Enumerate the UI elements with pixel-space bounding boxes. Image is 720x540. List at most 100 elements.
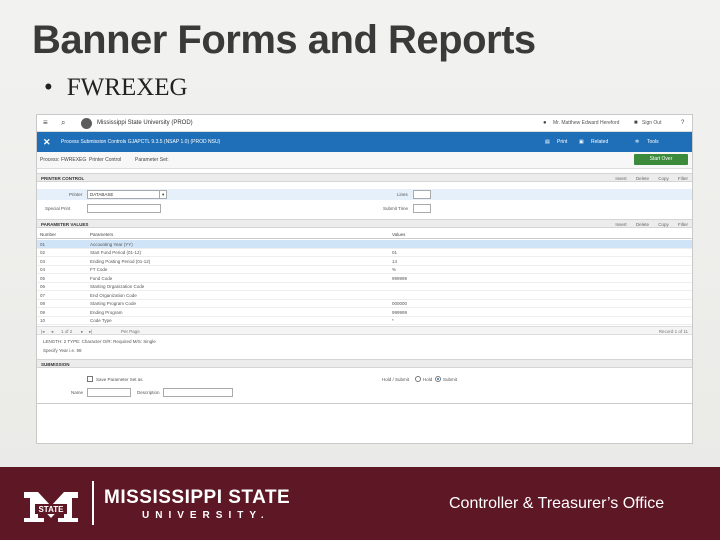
cell-parameter: Accounting Year (YY)	[90, 241, 133, 247]
footer-bar: STATE MISSISSIPPI STATE UNIVERSITY. Cont…	[0, 467, 720, 540]
table-row[interactable]: 01 Accounting Year (YY)	[37, 240, 692, 249]
table-row[interactable]: 03 Ending Posting Period (01-12) 14	[37, 257, 692, 266]
bullet-dot: •	[44, 74, 53, 101]
special-print-label: Special Print	[45, 206, 71, 211]
printer-lookup-button[interactable]: ▾	[159, 190, 167, 199]
tools-icon[interactable]: ✲	[635, 139, 639, 145]
process-value: FWREXEG	[61, 157, 87, 163]
user-icon: ●	[543, 120, 547, 126]
print-button[interactable]: Print	[557, 139, 567, 145]
cell-number: 02	[40, 250, 46, 255]
cell-number: 08	[40, 301, 46, 306]
table-row[interactable]: 10 Code Type *	[37, 317, 692, 325]
hold-radio[interactable]	[415, 376, 421, 382]
copy-button[interactable]: Copy	[658, 222, 669, 227]
banner-screenshot: ≡ ⌕ Mississippi State University (PROD) …	[36, 114, 693, 444]
column-header-number[interactable]: Number	[40, 232, 56, 237]
sign-out-link[interactable]: Sign Out	[642, 120, 661, 126]
institution-name: Mississippi State University (PROD)	[97, 120, 193, 126]
cell-value: 14	[392, 258, 398, 264]
cell-number: 04	[40, 267, 46, 272]
table-row[interactable]: 07 End Organization Code	[37, 291, 692, 300]
cell-value: 000000	[392, 301, 408, 306]
divider	[37, 403, 692, 404]
column-header-values[interactable]: Values	[392, 232, 405, 237]
parameter-table-header: Number Parameters Values	[37, 231, 692, 239]
cell-number: 03	[40, 258, 46, 264]
cell-parameter: Ending Posting Period (01-12)	[90, 258, 151, 264]
first-page-icon[interactable]: |◂	[41, 329, 44, 335]
office-name: Controller & Treasurer’s Office	[449, 495, 665, 512]
cell-parameter: Code Type	[90, 318, 112, 323]
start-over-button[interactable]: Start Over	[634, 154, 688, 165]
printer-control-label: Printer Control	[89, 157, 122, 163]
related-icon[interactable]: ▣	[579, 139, 584, 145]
close-icon[interactable]: ✕	[43, 137, 51, 147]
badge-text: STATE	[38, 505, 64, 514]
filter-button[interactable]: Filter	[678, 176, 688, 181]
related-button[interactable]: Related	[591, 139, 608, 145]
special-print-field[interactable]	[87, 204, 161, 213]
save-param-set-checkbox[interactable]	[87, 376, 93, 382]
page-indicator[interactable]: 1 of 2	[61, 329, 72, 334]
university-name: MISSISSIPPI STATE	[104, 487, 291, 508]
cell-number: 09	[40, 309, 46, 315]
section-title: SUBMISSION	[41, 362, 70, 367]
submission-header: SUBMISSION	[37, 359, 692, 368]
per-page-label[interactable]: Per Page	[121, 329, 140, 334]
footer-divider	[92, 481, 94, 525]
cell-value: 01	[392, 250, 398, 255]
copy-button[interactable]: Copy	[658, 176, 669, 181]
cell-parameter: Fund Code	[90, 275, 113, 281]
cell-parameter: Starting Program Code	[90, 301, 137, 306]
next-page-icon[interactable]: ▸	[81, 329, 83, 335]
submit-option-label: Submit	[443, 377, 458, 382]
table-row[interactable]: 04 FT Code%	[37, 266, 692, 274]
tools-button[interactable]: Tools	[647, 139, 659, 145]
pagination-bar: |◂ ◂ 1 of 2 ▸ ▸| Per Page Record 1 of 11	[37, 326, 692, 335]
printer-field[interactable]: DATABASE	[87, 190, 167, 199]
table-row[interactable]: 05 Fund Code 999999	[37, 274, 692, 283]
submit-time-field[interactable]	[413, 204, 431, 213]
param-set-label: Parameter Set:	[135, 157, 169, 163]
lines-field[interactable]	[413, 190, 431, 199]
cell-value: %	[392, 267, 397, 272]
column-header-parameters[interactable]: Parameters	[90, 232, 113, 237]
prev-page-icon[interactable]: ◂	[51, 329, 53, 335]
insert-button[interactable]: Insert	[615, 176, 626, 181]
submit-radio[interactable]	[435, 376, 441, 382]
table-row[interactable]: 02 Start Fund Period (01-12) 01	[37, 249, 692, 257]
filter-button[interactable]: Filter	[678, 222, 688, 227]
cell-value: *	[392, 318, 394, 323]
bullet-text: FWREXEG	[66, 74, 188, 101]
delete-button[interactable]: Delete	[636, 222, 649, 227]
form-title: Process Submission Controls GJAPCTL 9.3.…	[61, 139, 221, 145]
description-field[interactable]	[163, 388, 233, 397]
table-row[interactable]: 09 Ending Program 999999	[37, 308, 692, 317]
user-name[interactable]: Mr. Matthew Edward Hereford	[553, 120, 619, 126]
help-icon[interactable]: ?	[681, 118, 684, 128]
table-row[interactable]: 08 Starting Program Code 000000	[37, 300, 692, 308]
search-icon[interactable]: ⌕	[61, 118, 65, 128]
msu-badge-icon: STATE	[24, 492, 78, 522]
cell-number: 07	[40, 292, 46, 298]
insert-button[interactable]: Insert	[615, 222, 626, 227]
printer-label: Printer	[69, 192, 83, 197]
menu-icon[interactable]: ≡	[43, 118, 48, 128]
form-header-bar: ✕ Process Submission Controls GJAPCTL 9.…	[37, 132, 692, 152]
cell-parameter: FT Code	[90, 267, 108, 272]
slide-title: Banner Forms and Reports	[32, 18, 536, 62]
delete-button[interactable]: Delete	[636, 176, 649, 181]
cell-number: 06	[40, 284, 46, 289]
cell-number: 10	[40, 318, 46, 323]
name-field[interactable]	[87, 388, 131, 397]
cell-parameter: End Organization Code	[90, 292, 137, 298]
printer-control-header: PRINTER CONTROL Insert Delete Copy Filte…	[37, 173, 692, 182]
table-row[interactable]: 06 Starting Organization Code	[37, 283, 692, 291]
record-count: Record 1 of 11	[658, 329, 688, 334]
last-page-icon[interactable]: ▸|	[89, 329, 92, 335]
bullet-item: • FWREXEG	[44, 74, 188, 102]
cell-value: 999999	[392, 309, 408, 315]
print-icon[interactable]: ▤	[545, 139, 550, 145]
section-title: PRINTER CONTROL	[41, 176, 85, 181]
